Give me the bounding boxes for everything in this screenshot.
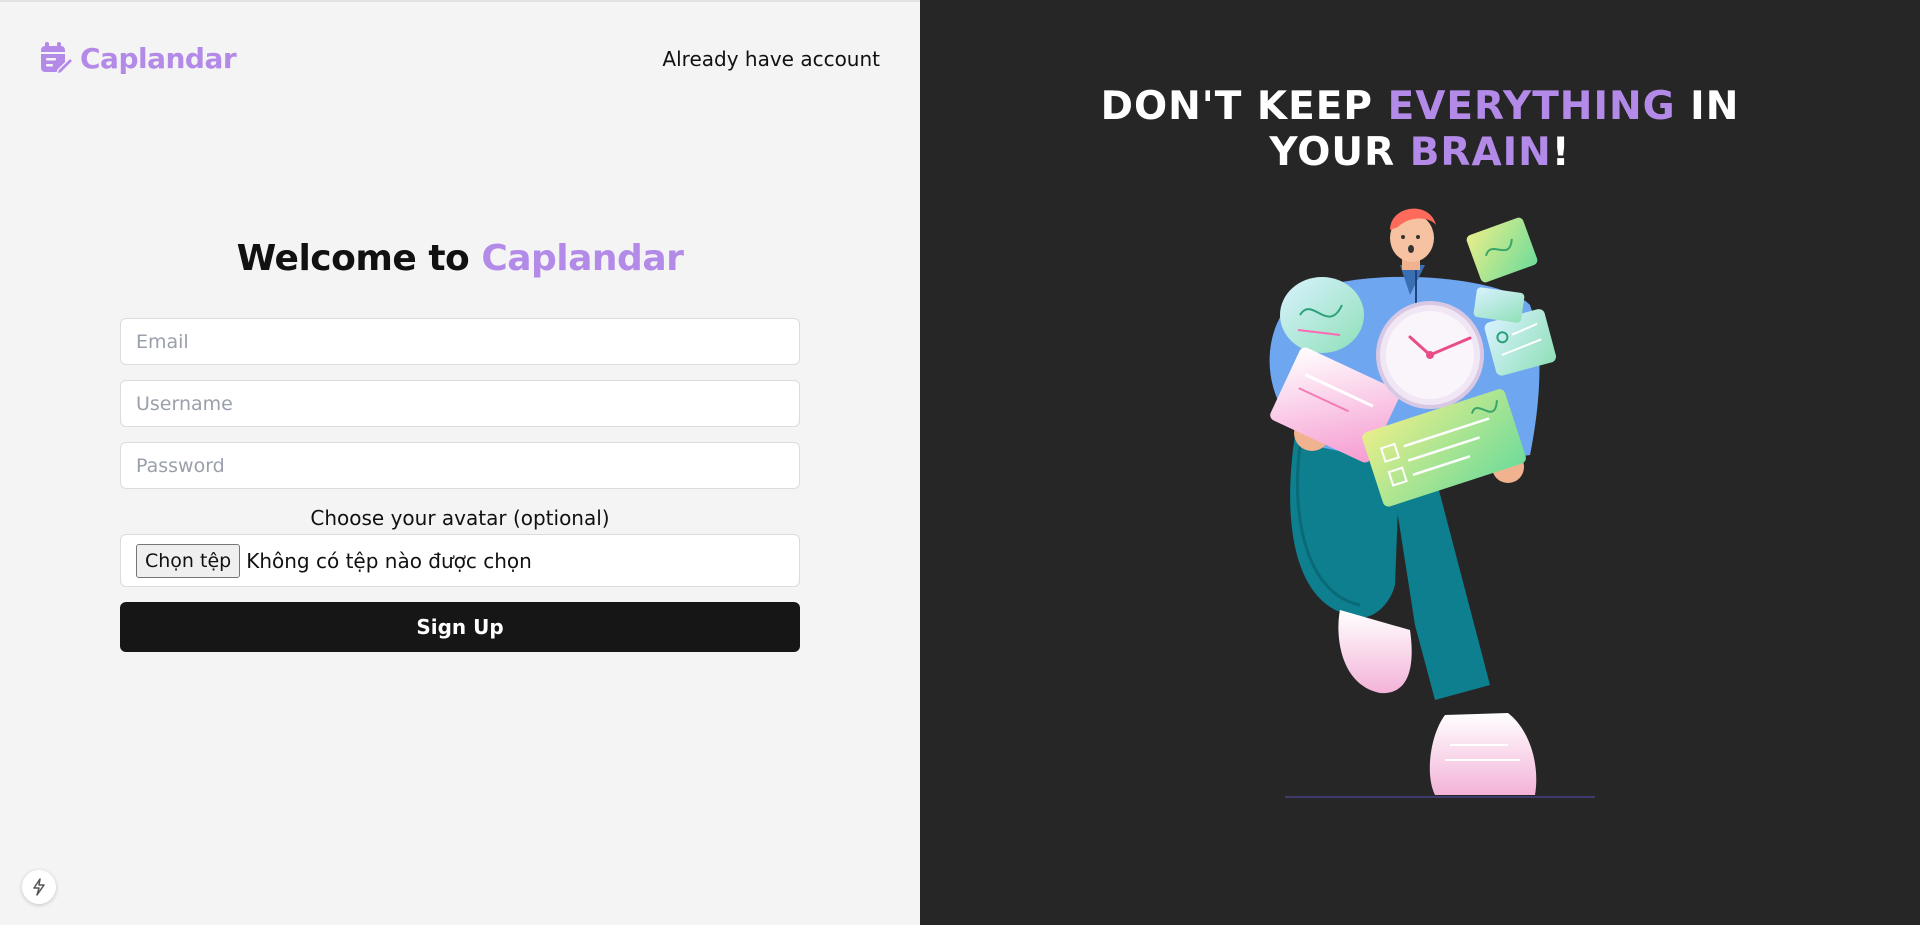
lightning-button[interactable] bbox=[22, 870, 56, 904]
file-status: Không có tệp nào được chọn bbox=[246, 548, 532, 573]
avatar-file-input[interactable]: Chọn tệp Không có tệp nào được chọn bbox=[120, 534, 800, 587]
page-title: Welcome to Caplandar bbox=[120, 238, 800, 279]
choose-file-button[interactable]: Chọn tệp bbox=[136, 543, 241, 578]
password-input[interactable] bbox=[120, 442, 800, 489]
hero-headline: DON'T KEEP EVERYTHING IN YOUR BRAIN! bbox=[920, 84, 1920, 176]
headline-text: ! bbox=[1551, 130, 1571, 175]
headline-accent: EVERYTHING bbox=[1387, 84, 1676, 129]
email-input[interactable] bbox=[120, 318, 800, 365]
headline-accent: BRAIN bbox=[1409, 130, 1552, 175]
brand-name: Caplandar bbox=[80, 41, 237, 75]
headline-text: DON'T KEEP bbox=[1100, 84, 1388, 129]
signup-panel: Caplandar Already have account Welcome t… bbox=[0, 0, 920, 925]
brand-logo[interactable]: Caplandar bbox=[38, 40, 237, 76]
headline-text: YOUR bbox=[1269, 130, 1410, 175]
headline-line-2: YOUR BRAIN! bbox=[920, 130, 1920, 176]
lightning-icon bbox=[33, 878, 45, 896]
headline-line-1: DON'T KEEP EVERYTHING IN bbox=[920, 84, 1920, 130]
title-prefix: Welcome to bbox=[236, 238, 482, 279]
sign-up-button[interactable]: Sign Up bbox=[120, 602, 800, 652]
avatar-label: Choose your avatar (optional) bbox=[310, 506, 610, 530]
person-carrying-notes-illustration bbox=[1269, 208, 1595, 798]
username-input[interactable] bbox=[120, 380, 800, 427]
headline-text: IN bbox=[1675, 84, 1740, 129]
calendar-edit-icon bbox=[41, 42, 74, 76]
title-brand: Caplandar bbox=[481, 238, 684, 279]
login-link[interactable]: Already have account bbox=[662, 47, 880, 71]
